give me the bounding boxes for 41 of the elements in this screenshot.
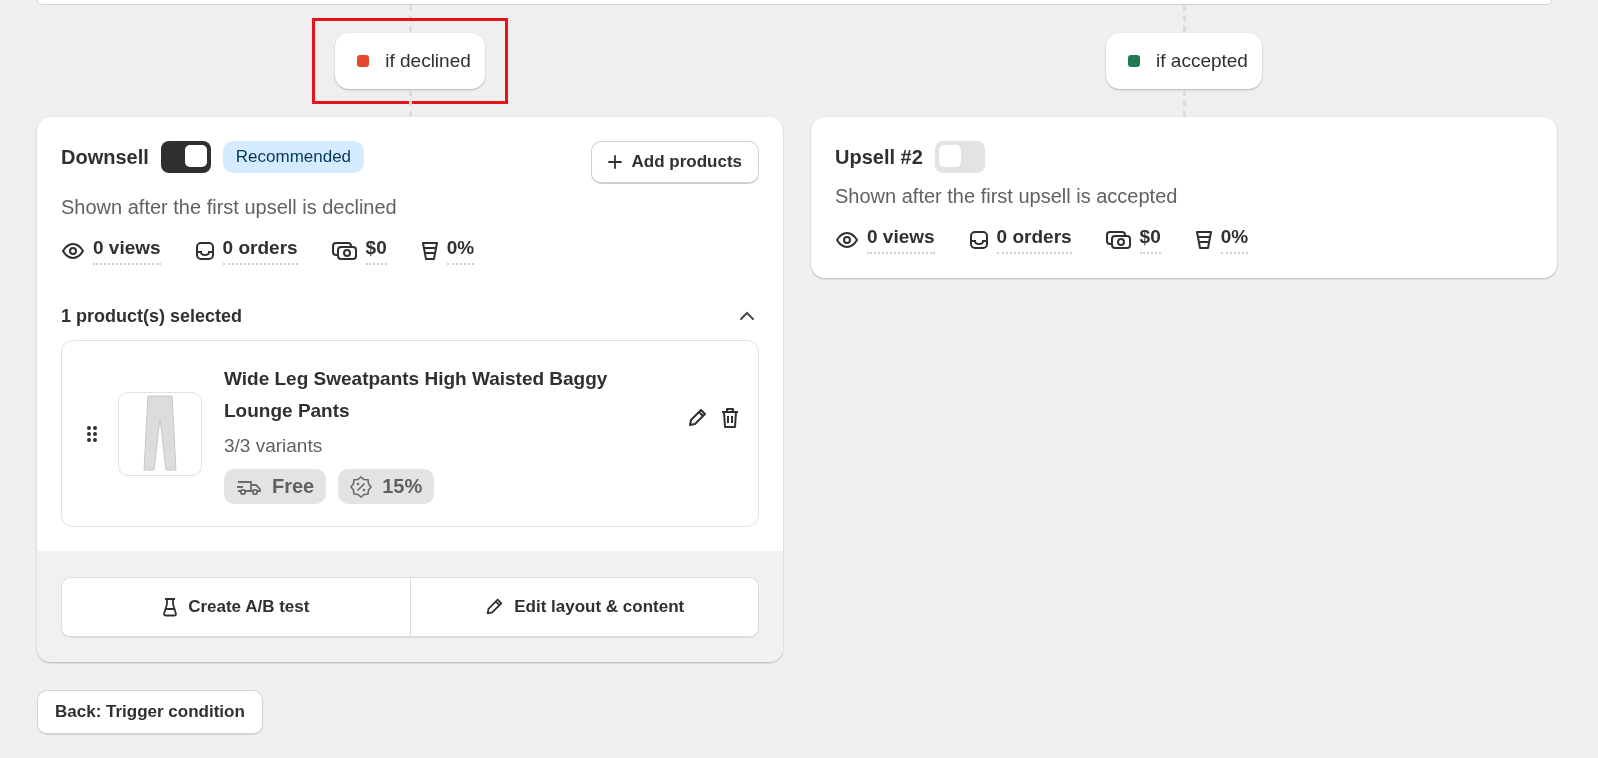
offer-title: Upsell #2 bbox=[835, 145, 923, 169]
cash-icon bbox=[331, 241, 358, 261]
discount-icon bbox=[350, 475, 373, 498]
offer-description: Shown after the first upsell is accepted bbox=[835, 185, 1179, 208]
pencil-icon bbox=[686, 407, 708, 429]
funnel-icon bbox=[420, 240, 439, 262]
stat-value: 0 orders bbox=[996, 226, 1072, 254]
plus-icon bbox=[607, 155, 622, 169]
stat-value: 0 orders bbox=[222, 237, 298, 265]
eye-icon bbox=[835, 231, 859, 249]
stat-value: 0% bbox=[1220, 226, 1249, 254]
stat-value: 0 views bbox=[93, 237, 161, 265]
add-products-button[interactable]: Add products bbox=[590, 141, 759, 184]
toggle-switch[interactable] bbox=[934, 141, 985, 173]
beaker-icon bbox=[162, 597, 179, 617]
eye-icon bbox=[61, 242, 85, 260]
back-button[interactable]: Back: Trigger condition bbox=[37, 690, 263, 735]
inbox-icon bbox=[194, 241, 215, 261]
tag-label: Free bbox=[272, 475, 315, 498]
offer-title: Downsell bbox=[61, 145, 149, 169]
stat-value: 0 views bbox=[867, 226, 935, 254]
funnel-icon bbox=[1194, 229, 1213, 251]
chevron-icon bbox=[739, 311, 755, 321]
stat-value: $0 bbox=[1139, 226, 1161, 254]
pencil-icon bbox=[484, 597, 505, 617]
inbox-icon bbox=[968, 230, 989, 250]
toggle-switch[interactable] bbox=[160, 141, 211, 173]
cash-icon bbox=[1105, 230, 1132, 250]
product-name: Wide Leg Sweatpants High Waisted Baggy Lounge Pants bbox=[224, 367, 609, 423]
branch-label: if accepted bbox=[1106, 33, 1262, 89]
branch-label: if declined bbox=[335, 33, 485, 89]
variant-count: 3/3 variants bbox=[224, 435, 324, 457]
section-title: 1 product(s) selected bbox=[61, 306, 243, 327]
tag-label: 15% bbox=[382, 475, 423, 498]
offer-description: Shown after the first upsell is declined bbox=[61, 196, 398, 219]
edit-layout-button[interactable]: Edit layout & content bbox=[409, 578, 758, 636]
trash-icon bbox=[720, 407, 740, 429]
stat-value: $0 bbox=[365, 237, 387, 265]
drag-handle-icon[interactable] bbox=[86, 424, 98, 443]
stat-value: 0% bbox=[446, 237, 475, 265]
recommended-badge: Recommended bbox=[222, 141, 365, 173]
